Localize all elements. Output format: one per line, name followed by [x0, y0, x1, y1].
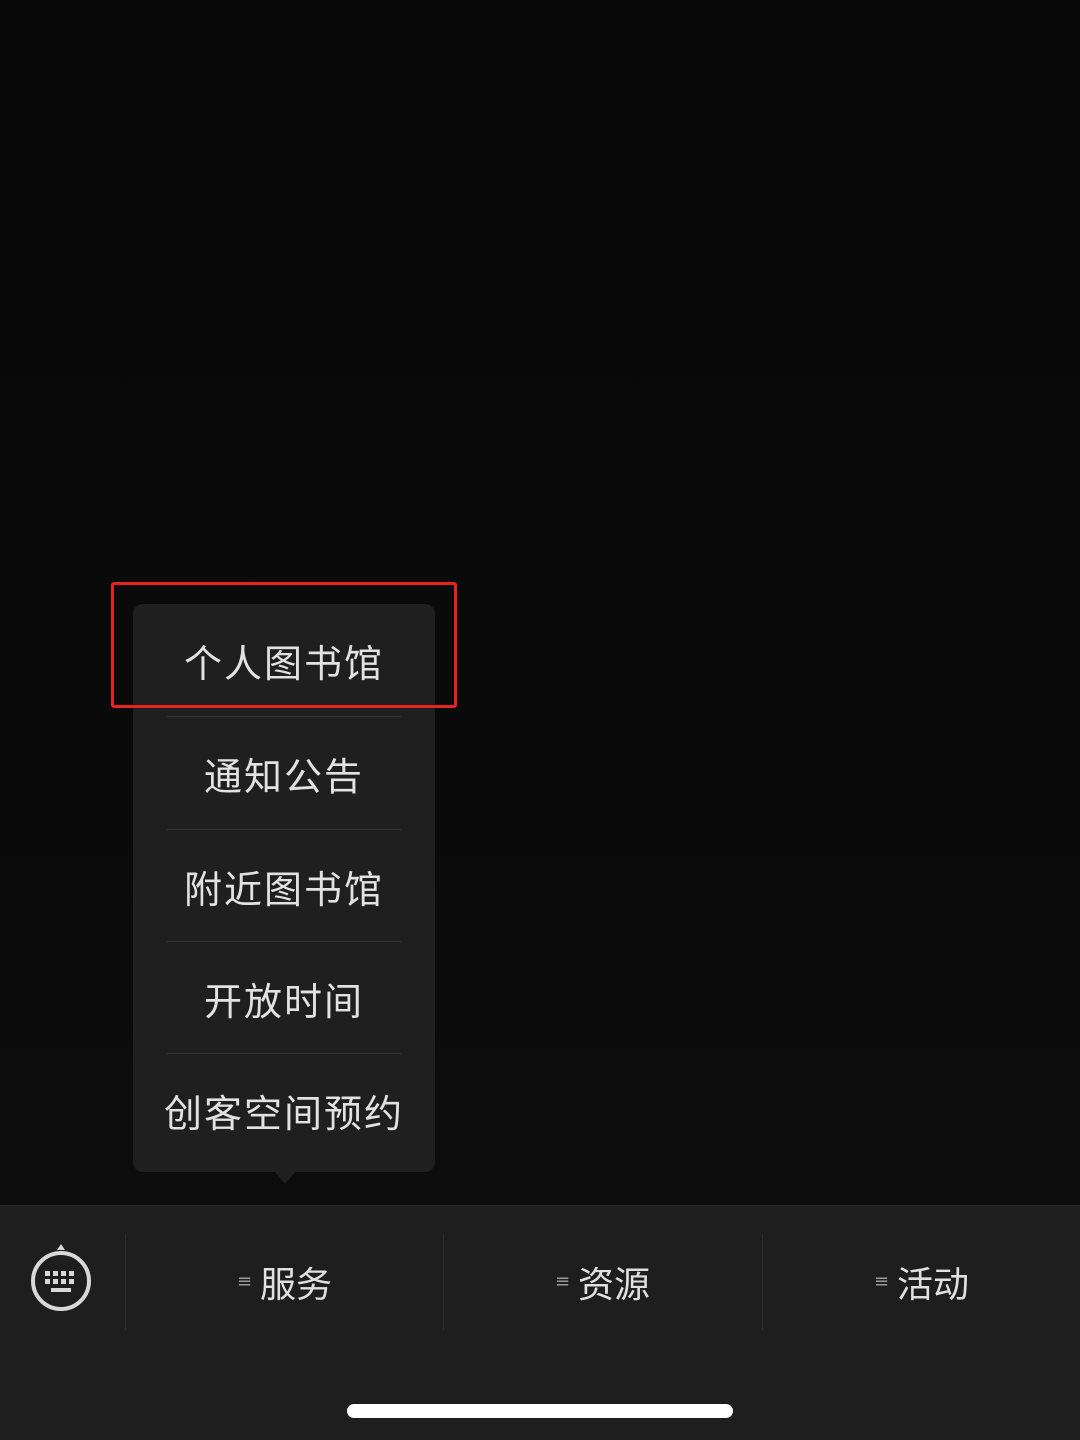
tab-label: 资源: [578, 1265, 651, 1306]
tab-label: 活动: [897, 1265, 970, 1306]
menu-item-label: 创客空间预约: [163, 1091, 404, 1136]
highlight-annotation-box: [111, 582, 457, 708]
tab-activities[interactable]: ≡ 活动: [763, 1234, 1080, 1330]
menu-item-label: 通知公告: [203, 754, 364, 799]
tab-label: 服务: [260, 1265, 333, 1306]
menu-lines-icon: ≡: [236, 1271, 253, 1292]
keyboard-toggle-button[interactable]: [28, 1244, 94, 1314]
keyboard-icon: [31, 1244, 91, 1311]
menu-lines-icon: ≡: [873, 1271, 890, 1292]
menu-item-maker-space-booking[interactable]: 创客空间预约: [133, 1054, 435, 1166]
menu-item-label: 附近图书馆: [183, 867, 384, 912]
tab-resources[interactable]: ≡ 资源: [444, 1234, 761, 1330]
home-indicator[interactable]: [347, 1404, 733, 1418]
menu-lines-icon: ≡: [554, 1271, 571, 1292]
menu-item-nearby-library[interactable]: 附近图书馆: [133, 830, 435, 942]
menu-item-label: 开放时间: [203, 979, 364, 1024]
tab-services[interactable]: ≡ 服务: [126, 1234, 443, 1330]
popup-arrow: [273, 1170, 297, 1184]
menu-item-notices[interactable]: 通知公告: [133, 717, 435, 829]
menu-item-opening-hours[interactable]: 开放时间: [133, 942, 435, 1054]
